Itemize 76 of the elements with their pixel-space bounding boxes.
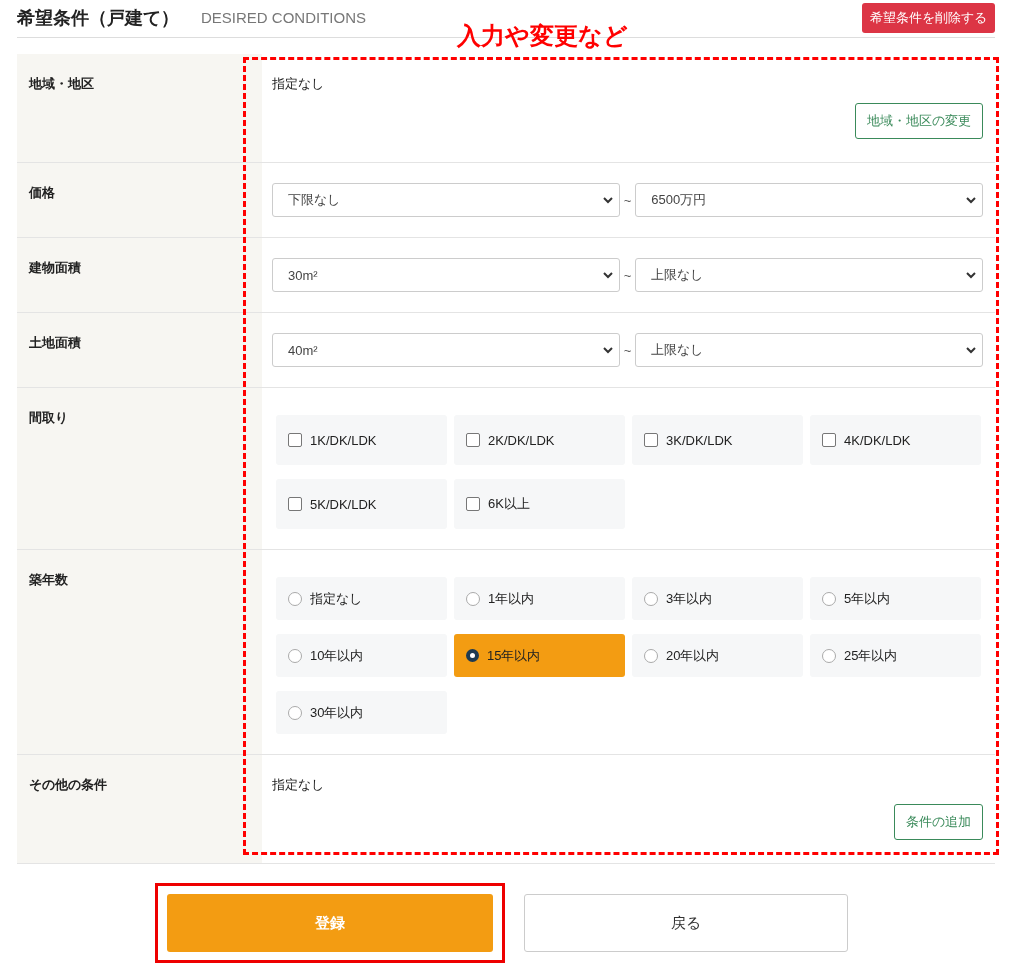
row-label: 間取り bbox=[29, 410, 68, 425]
checkbox[interactable] bbox=[644, 433, 658, 447]
radio-button[interactable] bbox=[466, 591, 480, 606]
value-text: 指定なし bbox=[272, 777, 324, 792]
chevron-icon bbox=[966, 196, 976, 204]
checkbox-option[interactable]: 3K/DK/LDK bbox=[632, 415, 803, 465]
checkbox[interactable] bbox=[466, 497, 480, 511]
range-separator: ~ bbox=[623, 267, 632, 283]
option-label: 10年以内 bbox=[310, 646, 364, 665]
radio-button[interactable] bbox=[288, 648, 302, 663]
select-field[interactable]: 40m² bbox=[272, 333, 620, 367]
row-label: 築年数 bbox=[29, 572, 68, 587]
radio-option[interactable]: 10年以内 bbox=[276, 634, 447, 677]
option-label: 5年以内 bbox=[844, 589, 891, 608]
checkbox[interactable] bbox=[288, 433, 302, 447]
radio-option[interactable]: 15年以内 bbox=[454, 634, 625, 677]
checkbox-option[interactable]: 4K/DK/LDK bbox=[810, 415, 981, 465]
radio-button[interactable] bbox=[644, 591, 658, 606]
radio-option[interactable]: 25年以内 bbox=[810, 634, 981, 677]
chevron-icon bbox=[602, 196, 613, 204]
radio-option[interactable]: 20年以内 bbox=[632, 634, 803, 677]
chevron-icon bbox=[966, 271, 976, 279]
radio-button[interactable] bbox=[822, 591, 836, 606]
option-label: 30年以内 bbox=[310, 703, 364, 722]
row-label: 地域・地区 bbox=[29, 76, 94, 91]
radio-button[interactable] bbox=[822, 648, 836, 663]
select-field[interactable]: 上限なし bbox=[635, 258, 983, 292]
row-label: 価格 bbox=[29, 185, 55, 200]
select-field[interactable]: 上限なし bbox=[635, 333, 983, 367]
option-label: 3K/DK/LDK bbox=[666, 432, 733, 448]
checkbox-option[interactable]: 2K/DK/LDK bbox=[454, 415, 625, 465]
change-button[interactable]: 条件の追加 bbox=[894, 804, 983, 840]
radio-option[interactable]: 指定なし bbox=[276, 577, 447, 620]
radio-button[interactable] bbox=[288, 591, 302, 606]
row-label: 建物面積 bbox=[29, 260, 81, 275]
option-label: 25年以内 bbox=[844, 646, 898, 665]
section-subtitle: DESIRED CONDITIONS bbox=[201, 9, 366, 26]
option-label: 6K以上 bbox=[488, 495, 530, 513]
value-text: 指定なし bbox=[272, 76, 324, 91]
change-button[interactable]: 地域・地区の変更 bbox=[855, 103, 983, 139]
select-field[interactable]: 6500万円 bbox=[635, 183, 983, 217]
checkbox-option[interactable]: 6K以上 bbox=[454, 479, 625, 529]
radio-option[interactable]: 30年以内 bbox=[276, 691, 447, 734]
chevron-icon bbox=[602, 271, 613, 279]
radio-button[interactable] bbox=[644, 648, 658, 663]
chevron-icon bbox=[966, 346, 976, 354]
range-separator: ~ bbox=[623, 192, 632, 208]
option-label: 1K/DK/LDK bbox=[310, 432, 377, 448]
back-button[interactable]: 戻る bbox=[524, 894, 848, 952]
option-label: 2K/DK/LDK bbox=[488, 432, 555, 448]
radio-option[interactable]: 5年以内 bbox=[810, 577, 981, 620]
checkbox[interactable] bbox=[822, 433, 836, 447]
range-separator: ~ bbox=[623, 342, 632, 358]
checkbox[interactable] bbox=[288, 497, 302, 511]
section-title: 希望条件（戸建て） bbox=[17, 6, 179, 30]
row-label: 土地面積 bbox=[29, 335, 81, 350]
radio-button[interactable] bbox=[466, 649, 479, 662]
option-label: 15年以内 bbox=[487, 646, 541, 665]
checkbox[interactable] bbox=[466, 433, 480, 447]
radio-option[interactable]: 1年以内 bbox=[454, 577, 625, 620]
radio-button[interactable] bbox=[288, 705, 302, 720]
option-label: 5K/DK/LDK bbox=[310, 496, 377, 512]
option-label: 指定なし bbox=[310, 589, 362, 608]
select-field[interactable]: 30m² bbox=[272, 258, 620, 292]
delete-button[interactable]: 希望条件を削除する bbox=[862, 2, 995, 33]
checkbox-option[interactable]: 5K/DK/LDK bbox=[276, 479, 447, 529]
option-label: 3年以内 bbox=[666, 589, 713, 608]
annotation-label: 入力や変更など bbox=[457, 21, 628, 51]
chevron-icon bbox=[602, 346, 613, 354]
row-label: その他の条件 bbox=[29, 777, 107, 792]
option-label: 20年以内 bbox=[666, 646, 720, 665]
option-label: 4K/DK/LDK bbox=[844, 432, 911, 448]
option-label: 1年以内 bbox=[488, 589, 535, 608]
select-field[interactable]: 下限なし bbox=[272, 183, 620, 217]
radio-option[interactable]: 3年以内 bbox=[632, 577, 803, 620]
checkbox-option[interactable]: 1K/DK/LDK bbox=[276, 415, 447, 465]
